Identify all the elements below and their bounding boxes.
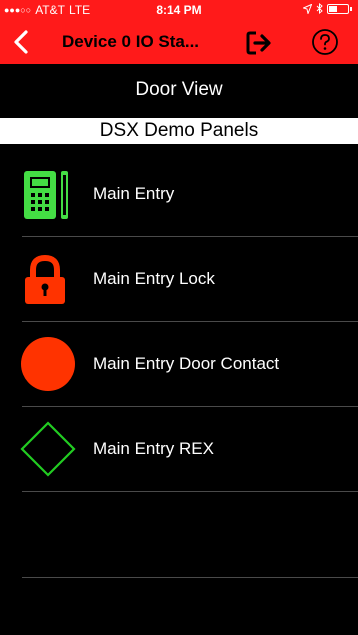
logout-icon[interactable]: [246, 30, 274, 56]
list-item-main-entry-lock[interactable]: Main Entry Lock: [0, 237, 358, 322]
list-item-label: Main Entry: [93, 184, 175, 203]
device-list: Main Entry Main Entry Lock Main Entry Do…: [0, 152, 358, 578]
list-item-main-entry-door-contact[interactable]: Main Entry Door Contact: [0, 322, 358, 407]
status-bar: ●●●○○ AT&T LTE 8:14 PM: [0, 0, 358, 20]
battery-tip: [350, 6, 352, 11]
reader-icon: [24, 171, 68, 219]
list-item-label: Main Entry Lock: [93, 269, 215, 288]
battery-icon: [327, 3, 349, 14]
divider: [22, 577, 358, 578]
circle-icon: [21, 337, 75, 391]
nav-bar: Device 0 IO Sta...: [0, 20, 358, 64]
view-title: Door View: [135, 79, 223, 100]
list-item-label: Main Entry REX: [93, 439, 214, 458]
diamond-icon: [20, 421, 76, 477]
list-item-main-entry-rex[interactable]: Main Entry REX: [0, 407, 358, 492]
back-button[interactable]: [8, 26, 36, 58]
list-item-label: Main Entry Door Contact: [93, 354, 280, 373]
list-item-main-entry[interactable]: Main Entry: [0, 152, 358, 237]
empty-row: [0, 492, 358, 578]
nav-title: Device 0 IO Sta...: [62, 32, 200, 51]
lock-icon: [25, 255, 65, 304]
panel-name: DSX Demo Panels: [0, 118, 358, 144]
bluetooth-icon: [316, 3, 323, 14]
status-icons: [303, 3, 352, 14]
help-icon[interactable]: [311, 28, 339, 56]
location-icon: [303, 3, 312, 14]
